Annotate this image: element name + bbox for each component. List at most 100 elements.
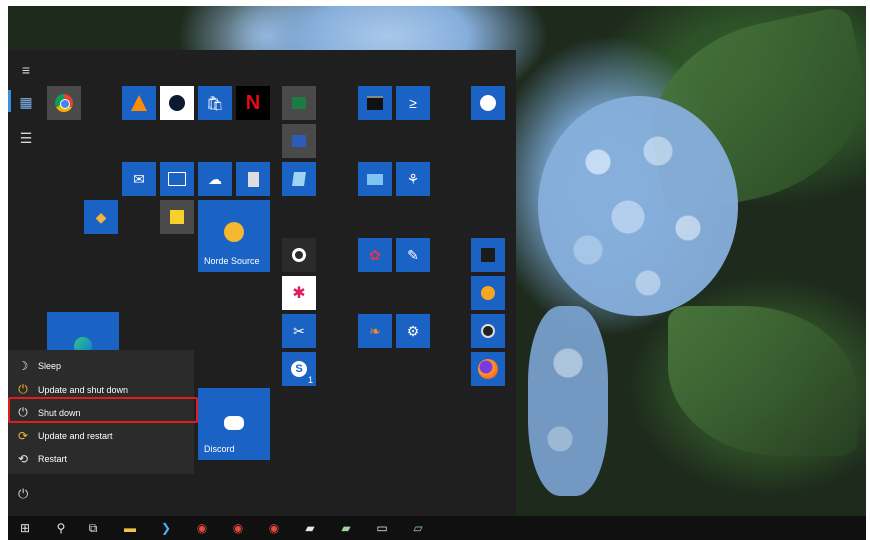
tile-notepad[interactable]: [282, 162, 316, 196]
wallpaper-flowers: [538, 96, 738, 316]
paint3d-icon: ✎: [407, 246, 419, 263]
remote-desktop-icon: [367, 173, 383, 185]
excel-icon: [292, 97, 306, 109]
taskbar: ⊞ ⚲ ⧉ ▬ ❯ ◉ ◉ ◉ ▰ ▰ ▭ ▱: [8, 516, 866, 540]
power-item-update-restart[interactable]: ⟳ Update and restart: [8, 424, 194, 447]
tile-vpn[interactable]: [471, 276, 505, 310]
store-icon: 🛍: [206, 94, 224, 111]
task-view-icon[interactable]: ⧉: [78, 516, 108, 540]
tile-blender[interactable]: ❧: [358, 314, 392, 348]
discord-icon: [198, 410, 270, 436]
restart-label: Restart: [38, 453, 68, 464]
app-icon[interactable]: ▰: [331, 516, 361, 540]
moon-icon: ☽: [17, 358, 29, 373]
shutdown-highlight-box: [8, 397, 198, 423]
settings-icon: ⚙: [406, 322, 420, 339]
sleep-label: Sleep: [38, 360, 62, 371]
terminal-icon[interactable]: ▭: [367, 516, 397, 540]
norde-source-icon: [198, 222, 270, 248]
obs-icon: [292, 248, 306, 262]
tile-network[interactable]: ⚘: [396, 162, 430, 196]
app-icon[interactable]: ▰: [295, 516, 325, 540]
tile-steam[interactable]: [160, 86, 194, 120]
skype-icon: S: [291, 361, 307, 377]
hamburger-icon[interactable]: ≡: [16, 60, 36, 80]
terminal-icon: [367, 96, 383, 110]
power-item-sleep[interactable]: ☽ Sleep: [8, 354, 194, 377]
update-power-icon: ⏻: [18, 382, 28, 396]
tile-vlc[interactable]: [122, 86, 156, 120]
tile-calculator[interactable]: [236, 162, 270, 196]
tile-weather[interactable]: ☁: [198, 162, 232, 196]
vscode-icon[interactable]: ❯: [151, 516, 181, 540]
tile-remote-desktop[interactable]: [358, 162, 392, 196]
tile-obs-studio[interactable]: [471, 314, 505, 348]
update-restart-icon: ⟳: [17, 428, 29, 443]
calculator-icon: [247, 171, 259, 187]
word-icon: [292, 135, 306, 147]
power-item-restart[interactable]: ⟲ Restart: [8, 447, 194, 470]
tile-word[interactable]: [282, 124, 316, 158]
chrome-icon[interactable]: ◉: [259, 516, 289, 540]
tile-slack[interactable]: ✱: [282, 276, 316, 310]
vlc-icon: [131, 95, 147, 111]
network-icon: ⚘: [406, 170, 420, 187]
power-button-icon[interactable]: ⏻: [18, 486, 28, 502]
tile-photos[interactable]: [160, 162, 194, 196]
tile-settings[interactable]: ⚙: [396, 314, 430, 348]
tile-winget[interactable]: [471, 238, 505, 272]
update-restart-label: Update and restart: [38, 430, 113, 441]
notepad-icon[interactable]: ▱: [403, 516, 433, 540]
tile-obs[interactable]: [282, 238, 316, 272]
tile-netflix[interactable]: N: [236, 86, 270, 120]
vpn-icon: [481, 286, 495, 300]
blender-icon: ❧: [369, 322, 381, 339]
tile-powershell[interactable]: ≥: [396, 86, 430, 120]
chrome-icon[interactable]: ◉: [223, 516, 253, 540]
obs-studio-icon: [481, 324, 495, 338]
tile-snip[interactable]: ✂: [282, 314, 316, 348]
search-icon[interactable]: ⚲: [46, 516, 76, 540]
tile-skype[interactable]: S 1: [282, 352, 316, 386]
chrome-icon[interactable]: ◉: [187, 516, 217, 540]
update-shutdown-label: Update and shut down: [38, 384, 129, 395]
skype-badge: 1: [307, 375, 313, 385]
file-explorer-icon[interactable]: ▬: [115, 516, 145, 540]
powershell-icon: ≥: [409, 95, 417, 111]
tile-sketch[interactable]: ◆: [84, 200, 118, 234]
tile-paint3d[interactable]: ✎: [396, 238, 430, 272]
tile-sticky-notes[interactable]: [160, 200, 194, 234]
tile-discord[interactable]: Discord: [198, 388, 270, 460]
list-icon[interactable]: ☰: [16, 128, 36, 148]
tiles-icon[interactable]: ▦: [16, 92, 36, 112]
windows-start-icon[interactable]: ⊞: [10, 516, 40, 540]
netflix-icon: N: [245, 91, 261, 114]
wallpaper-leaf: [668, 306, 858, 456]
tile-store[interactable]: 🛍: [198, 86, 232, 120]
snip-icon: ✂: [293, 322, 305, 339]
slack-icon: ✱: [292, 285, 306, 302]
tile-excel[interactable]: [282, 86, 316, 120]
mail-icon: ✉: [133, 170, 145, 187]
tile-norde-source[interactable]: Norde Source: [198, 200, 270, 272]
clock-icon: [480, 95, 496, 111]
norde-source-label: Norde Source: [204, 256, 260, 266]
tile-firefox[interactable]: [471, 352, 505, 386]
sticky-notes-icon: [170, 210, 184, 224]
firefox-icon: [478, 359, 498, 379]
tile-mail[interactable]: ✉: [122, 162, 156, 196]
tile-chrome[interactable]: [47, 86, 81, 120]
discord-label: Discord: [204, 444, 235, 454]
notepad-icon: [292, 172, 306, 186]
restart-icon: ⟲: [17, 451, 29, 466]
chrome-icon: [55, 94, 73, 112]
photos-icon: [168, 172, 186, 186]
steam-icon: [169, 95, 185, 111]
active-indicator: [8, 90, 11, 112]
tile-terminal[interactable]: [358, 86, 392, 120]
sketch-icon: ◆: [95, 208, 107, 225]
paint-icon: ✿: [369, 246, 381, 263]
winget-icon: [481, 248, 495, 262]
tile-paint[interactable]: ✿: [358, 238, 392, 272]
tile-clock[interactable]: [471, 86, 505, 120]
